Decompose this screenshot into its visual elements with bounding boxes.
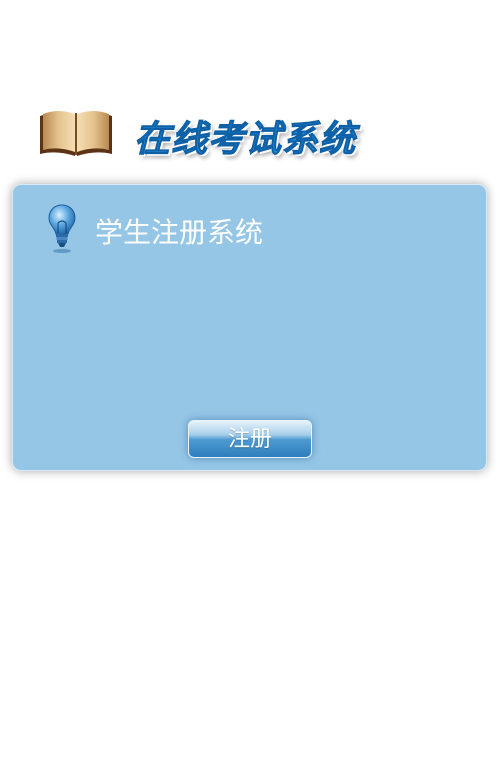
panel-title: 学生注册系统 (95, 216, 264, 249)
app-title: 在线考试系统 (133, 119, 357, 161)
lightbulb-icon (48, 204, 76, 253)
open-book-icon (40, 111, 112, 156)
app-header: 在线考试系统 (38, 108, 458, 164)
registration-panel: 学生注册系统 注册 (12, 184, 487, 471)
register-button[interactable]: 注册 (188, 420, 312, 458)
page: 在线考试系统 学生注册系统 注册 (0, 0, 500, 768)
